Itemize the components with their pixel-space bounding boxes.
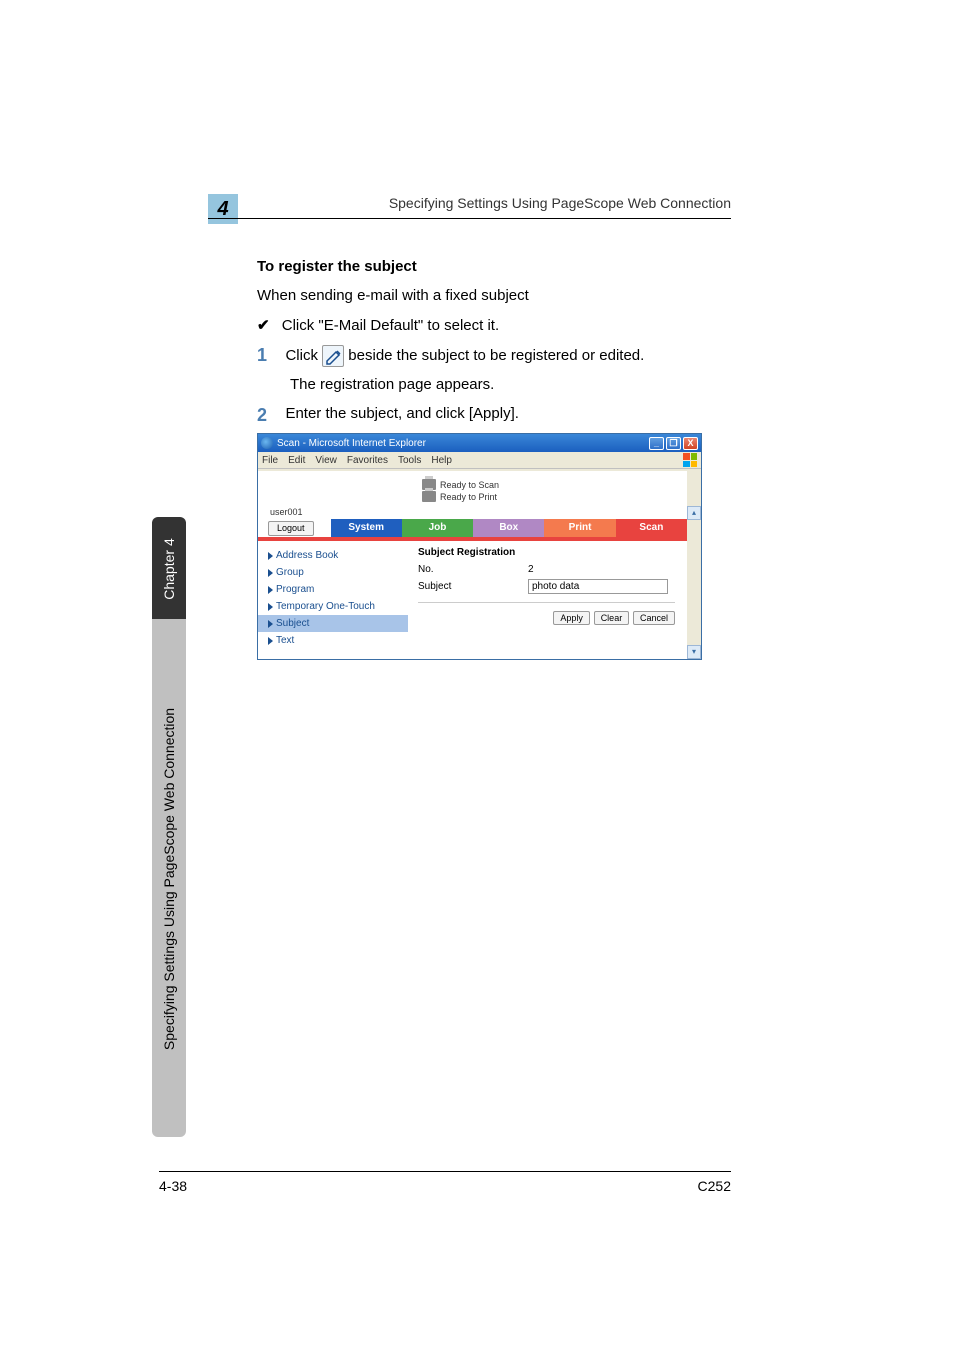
- nav-temporary-one-touch[interactable]: Temporary One-Touch: [258, 598, 408, 615]
- logout-button[interactable]: Logout: [268, 521, 314, 536]
- apply-button[interactable]: Apply: [553, 611, 590, 625]
- panel-divider: [418, 602, 675, 603]
- header-rule: [208, 218, 731, 219]
- intro-text: When sending e-mail with a fixed subject: [257, 287, 529, 304]
- tab-scan[interactable]: Scan: [616, 519, 687, 537]
- page-header: Ready to Scan Ready to Print user001: [258, 469, 687, 519]
- nav-label: Temporary One-Touch: [276, 601, 375, 612]
- nav-group[interactable]: Group: [258, 564, 408, 581]
- prerequisite-bullet: ✔ Click "E-Mail Default" to select it.: [257, 316, 499, 334]
- browser-window: Scan - Microsoft Internet Explorer _ ❐ X…: [257, 433, 702, 660]
- triangle-icon: [268, 552, 273, 560]
- maximize-button[interactable]: ❐: [666, 437, 681, 450]
- step-1-post: beside the subject to be registered or e…: [348, 347, 644, 364]
- triangle-icon: [268, 620, 273, 628]
- subject-label: Subject: [418, 581, 528, 592]
- check-icon: ✔: [257, 316, 270, 334]
- scrollbar-up[interactable]: ▴: [687, 506, 701, 520]
- step-number: 1: [257, 345, 281, 366]
- chapter-number-box: 4: [208, 194, 238, 224]
- menu-edit[interactable]: Edit: [288, 455, 305, 466]
- printer-icon: [422, 491, 436, 502]
- step-1: 1 Click beside the subject to be registe…: [257, 345, 735, 367]
- model-number: C252: [698, 1178, 731, 1194]
- window-titlebar: Scan - Microsoft Internet Explorer _ ❐ X: [258, 434, 701, 452]
- side-tab-title-label: Specifying Settings Using PageScope Web …: [161, 644, 177, 1114]
- main-panel: Subject Registration No. 2 Subject Apply…: [408, 541, 687, 655]
- windows-logo-icon: [683, 453, 697, 467]
- triangle-icon: [268, 637, 273, 645]
- cancel-button[interactable]: Cancel: [633, 611, 675, 625]
- page-number: 4-38: [159, 1178, 187, 1194]
- step-1-sub: The registration page appears.: [290, 376, 494, 393]
- menu-favorites[interactable]: Favorites: [347, 455, 388, 466]
- no-value: 2: [528, 564, 534, 575]
- panel-title: Subject Registration: [418, 547, 675, 558]
- side-nav: Address Book Group Program Temporary One…: [258, 541, 408, 655]
- menu-view[interactable]: View: [315, 455, 337, 466]
- triangle-icon: [268, 569, 273, 577]
- nav-label: Text: [276, 635, 294, 646]
- status-print: Ready to Print: [440, 492, 497, 502]
- subject-input[interactable]: [528, 579, 668, 594]
- edit-icon: [322, 345, 344, 367]
- scrollbar-down[interactable]: ▾: [687, 645, 701, 659]
- running-head: Specifying Settings Using PageScope Web …: [389, 195, 731, 211]
- status-scan: Ready to Scan: [440, 480, 499, 490]
- side-tab-chapter: Chapter 4: [152, 517, 186, 619]
- nav-label: Group: [276, 567, 304, 578]
- tab-job[interactable]: Job: [402, 519, 473, 537]
- user-label: user001: [270, 507, 303, 517]
- side-tab-chapter-label: Chapter 4: [161, 534, 177, 604]
- nav-text[interactable]: Text: [258, 632, 408, 649]
- minimize-button[interactable]: _: [649, 437, 664, 450]
- no-label: No.: [418, 564, 528, 575]
- nav-address-book[interactable]: Address Book: [258, 547, 408, 564]
- section-title: To register the subject: [257, 258, 417, 275]
- window-title: Scan - Microsoft Internet Explorer: [277, 438, 426, 449]
- step-2: 2 Enter the subject, and click [Apply].: [257, 405, 735, 426]
- nav-label: Program: [276, 584, 314, 595]
- tab-print[interactable]: Print: [544, 519, 615, 537]
- footer-rule: [159, 1171, 731, 1172]
- close-button[interactable]: X: [683, 437, 698, 450]
- bullet-text: Click "E-Mail Default" to select it.: [282, 317, 499, 334]
- nav-subject[interactable]: Subject: [258, 615, 408, 632]
- side-tab-title: Specifying Settings Using PageScope Web …: [152, 619, 186, 1137]
- nav-program[interactable]: Program: [258, 581, 408, 598]
- top-tabs: Logout System Job Box Print Scan: [258, 519, 687, 537]
- step-body: Click beside the subject to be registere…: [285, 345, 735, 367]
- tab-system[interactable]: System: [331, 519, 402, 537]
- step-number: 2: [257, 405, 281, 426]
- tab-box[interactable]: Box: [473, 519, 544, 537]
- clear-button[interactable]: Clear: [594, 611, 630, 625]
- nav-label: Address Book: [276, 550, 338, 561]
- menu-tools[interactable]: Tools: [398, 455, 421, 466]
- menubar: File Edit View Favorites Tools Help: [258, 452, 701, 469]
- step-1-pre: Click: [285, 347, 322, 364]
- ie-icon: [261, 437, 273, 449]
- step-body: Enter the subject, and click [Apply].: [285, 405, 735, 422]
- menu-help[interactable]: Help: [431, 455, 452, 466]
- nav-label: Subject: [276, 618, 309, 629]
- side-tab: Chapter 4 Specifying Settings Using Page…: [152, 517, 186, 1137]
- menu-file[interactable]: File: [262, 455, 278, 466]
- triangle-icon: [268, 586, 273, 594]
- triangle-icon: [268, 603, 273, 611]
